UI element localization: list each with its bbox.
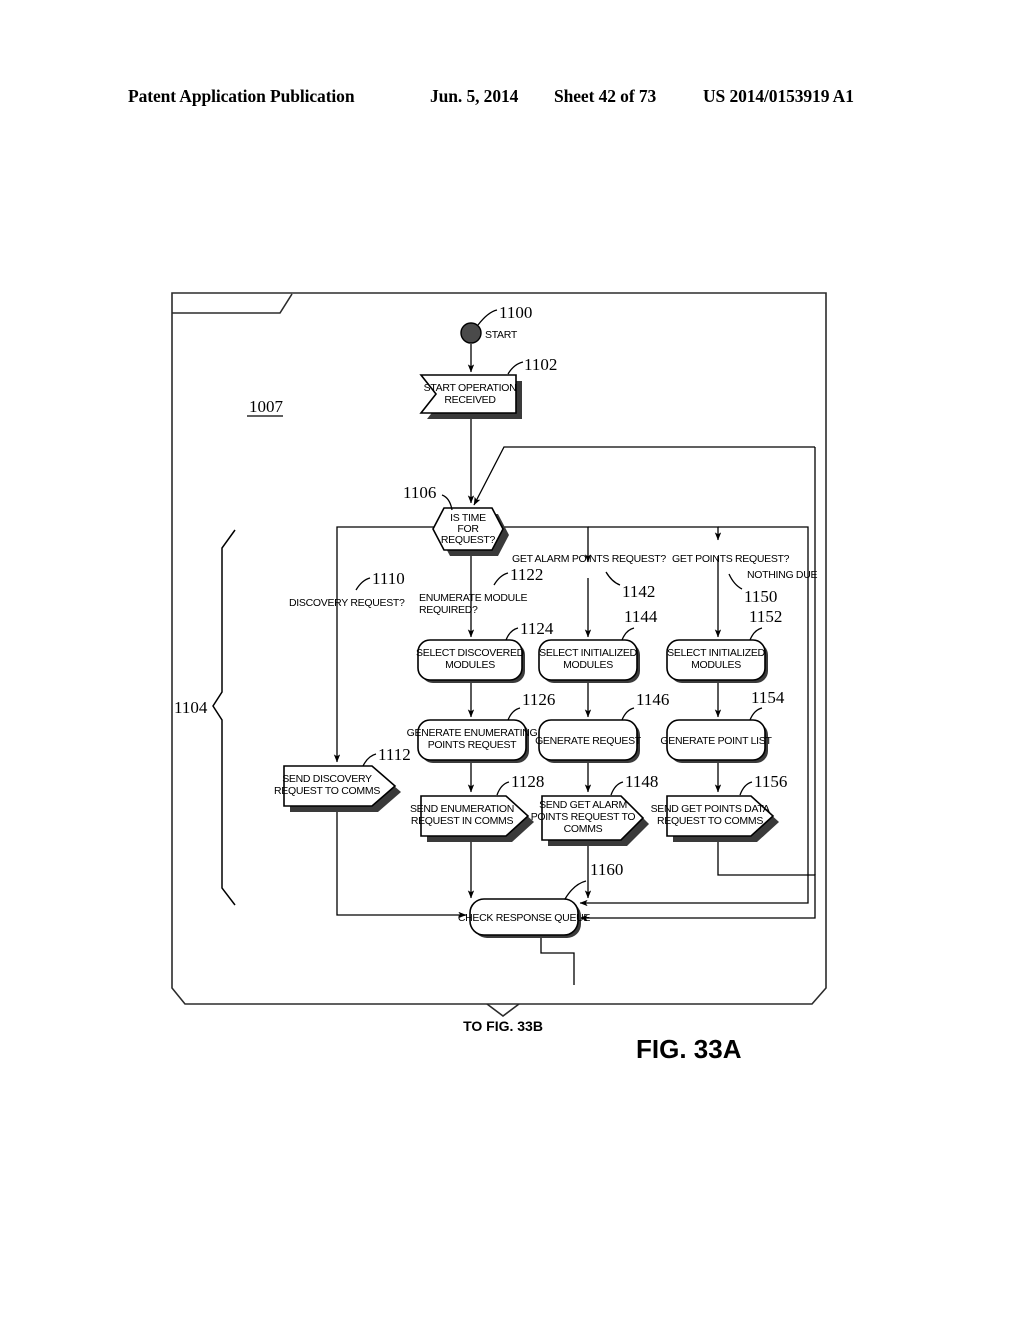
check-response-queue-ref: 1160 [590,860,623,879]
generate-request-node: GENERATE REQUEST [535,719,642,763]
to-fig-label: TO FIG. 33B [463,1018,543,1034]
is-time-for-request-decision: IS TIME FOR REQUEST? [432,507,509,556]
enumerate-module-ref: 1122 [510,565,543,584]
generate-enumerating-points-request-node: GENERATE ENUMERATING POINTS REQUEST [407,719,538,763]
is-time-line3: REQUEST? [441,534,496,546]
check-response-queue-label: CHECK RESPONSE QUEUE [458,912,591,924]
send-get-alarm-line2: POINTS REQUEST TO [531,811,636,823]
generate-point-list-line1: GENERATE POINT LIST [660,735,772,747]
enumerate-module-line2: REQUIRED? [419,604,478,616]
get-alarm-points-label: GET ALARM POINTS REQUEST? [512,553,666,565]
select-initialized-modules-points-node: SELECT INITIALIZED MODULES [666,639,768,683]
select-initialized-points-line1: SELECT INITIALIZED [667,647,765,659]
send-get-points-data-ref: 1156 [754,772,787,791]
frame-ref-label: 1007 [249,397,284,416]
generate-point-list-ref: 1154 [751,688,785,707]
generate-point-list-node: GENERATE POINT LIST [660,719,773,763]
start-operation-received-ref: 1102 [524,355,557,374]
scope-brace-1104 [212,529,236,906]
select-initialized-alarm-line2: MODULES [563,659,613,671]
select-initialized-alarm-line1: SELECT INITIALIZED [539,647,637,659]
send-enumeration-request-node: SEND ENUMERATION REQUEST IN COMMS [410,795,534,842]
check-response-queue-node: CHECK RESPONSE QUEUE [458,898,591,938]
send-discovery-line2: REQUEST TO COMMS [274,785,380,797]
send-get-points-data-request-node: SEND GET POINTS DATA REQUEST TO COMMS [651,795,779,842]
start-node-label: START [485,329,518,341]
send-discovery-ref: 1112 [378,745,411,764]
discovery-request-label: DISCOVERY REQUEST? [289,597,405,609]
generate-request-line1: GENERATE REQUEST [535,735,642,747]
generate-request-ref: 1146 [636,690,669,709]
brace-ref-label: 1104 [174,698,208,717]
start-operation-received-line1: START OPERATION [424,382,517,394]
select-initialized-points-line2: MODULES [691,659,741,671]
generate-enumerating-line2: POINTS REQUEST [428,739,517,751]
send-get-alarm-points-request-node: SEND GET ALARM POINTS REQUEST TO COMMS [531,795,649,846]
get-points-ref: 1150 [744,587,777,606]
generate-enumerating-ref: 1126 [522,690,555,709]
flowchart-diagram: 1007 1104 START 1100 START OPERATION REC… [171,292,827,1064]
select-initialized-alarm-ref: 1144 [624,607,658,626]
select-initialized-modules-alarm-node: SELECT INITIALIZED MODULES [538,639,640,683]
send-get-alarm-ref: 1148 [625,772,658,791]
send-get-alarm-line3: COMMS [564,823,603,835]
get-points-label: GET POINTS REQUEST? [672,553,790,565]
generate-enumerating-line1: GENERATE ENUMERATING [407,727,538,739]
start-node: START [460,322,518,344]
is-time-ref: 1106 [403,483,436,502]
patent-figure-page: Patent Application Publication Jun. 5, 2… [0,0,1024,1320]
figure-label: FIG. 33A [636,1034,742,1064]
select-discovered-ref: 1124 [520,619,554,638]
send-get-points-data-line2: REQUEST TO COMMS [657,815,763,827]
send-enumeration-line2: REQUEST IN COMMS [411,815,514,827]
send-discovery-request-node: SEND DISCOVERY REQUEST TO COMMS [274,765,401,812]
send-enumeration-line1: SEND ENUMERATION [410,803,514,815]
send-get-alarm-line1: SEND GET ALARM [539,799,627,811]
discovery-request-ref: 1110 [372,569,405,588]
nothing-due-label: NOTHING DUE [747,569,817,581]
select-discovered-line2: MODULES [445,659,495,671]
enumerate-module-line1: ENUMERATE MODULE [419,592,527,604]
select-discovered-line1: SELECT DISCOVERED [416,647,525,659]
select-discovered-modules-node: SELECT DISCOVERED MODULES [416,639,525,683]
send-get-points-data-line1: SEND GET POINTS DATA [651,803,770,815]
send-enumeration-ref: 1128 [511,772,544,791]
start-node-ref: 1100 [499,303,532,322]
get-alarm-points-ref: 1142 [622,582,655,601]
start-operation-received-node: START OPERATION RECEIVED [419,374,522,419]
send-discovery-line1: SEND DISCOVERY [282,773,372,785]
start-operation-received-line2: RECEIVED [444,394,496,406]
select-initialized-points-ref: 1152 [749,607,782,626]
